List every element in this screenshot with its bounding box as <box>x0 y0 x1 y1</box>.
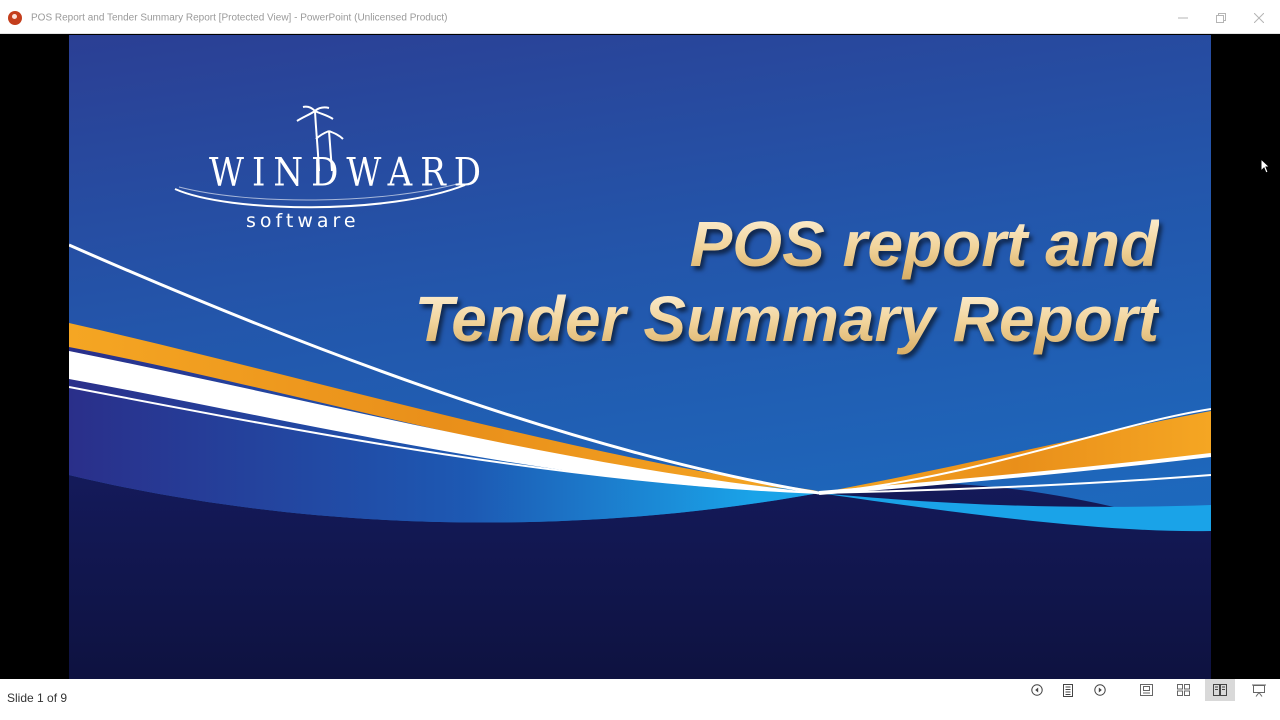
slide-title-line-1: POS report and <box>689 208 1159 280</box>
slide[interactable]: WINDWARD software POS report and Tender … <box>69 35 1211 679</box>
title-bar: POS Report and Tender Summary Report [Pr… <box>0 0 1280 34</box>
normal-view-icon <box>1139 684 1153 696</box>
slide-counter: Slide 1 of 9 <box>7 691 68 705</box>
reading-view-icon <box>1213 684 1227 696</box>
powerpoint-window: POS Report and Tender Summary Report [Pr… <box>0 0 1280 720</box>
slide-viewport: WINDWARD software POS report and Tender … <box>0 35 1280 679</box>
slide-sorter-icon <box>1176 684 1190 696</box>
powerpoint-icon <box>8 11 22 25</box>
reading-view-button[interactable] <box>1205 679 1235 701</box>
mouse-cursor-icon <box>1260 158 1270 174</box>
previous-slide-button[interactable] <box>1022 679 1052 701</box>
normal-view-button[interactable] <box>1131 679 1161 701</box>
close-icon <box>1254 13 1264 23</box>
slide-menu-icon <box>1063 683 1073 697</box>
status-bar: Slide 1 of 9 <box>0 679 1280 720</box>
restore-icon <box>1216 13 1226 23</box>
slide-sorter-button[interactable] <box>1168 679 1198 701</box>
window-title: POS Report and Tender Summary Report [Pr… <box>31 12 448 24</box>
restore-button[interactable] <box>1204 8 1238 28</box>
minimize-icon <box>1178 17 1188 19</box>
logo-subtitle: software <box>246 210 360 232</box>
slide-title-line-2: Tender Summary Report <box>414 283 1159 355</box>
close-button[interactable] <box>1242 8 1276 28</box>
slideshow-icon <box>1252 684 1266 697</box>
next-slide-button[interactable] <box>1085 679 1115 701</box>
logo-wordmark: WINDWARD <box>209 150 490 196</box>
slideshow-button[interactable] <box>1244 679 1274 701</box>
windward-logo: WINDWARD software <box>169 105 481 235</box>
previous-slide-icon <box>1031 684 1043 696</box>
minimize-button[interactable] <box>1166 8 1200 28</box>
slide-menu-button[interactable] <box>1053 679 1083 701</box>
next-slide-icon <box>1094 684 1106 696</box>
